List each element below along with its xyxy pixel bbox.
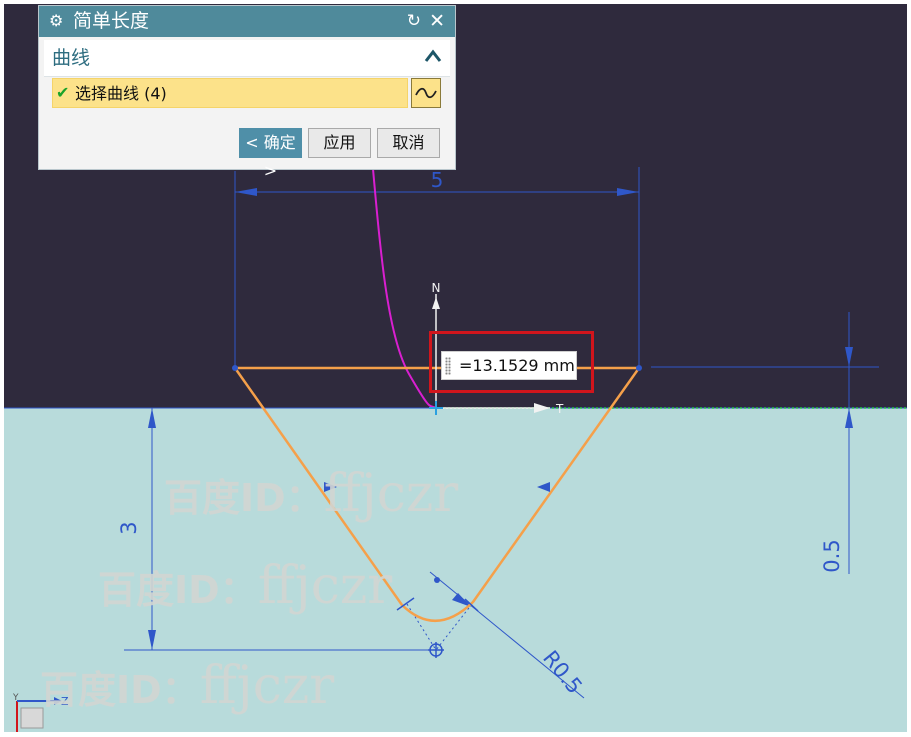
dim-width-label[interactable]: 5 (431, 168, 444, 192)
radius-center-point (434, 577, 440, 583)
curve-icon[interactable] (411, 78, 441, 108)
dialog-title: 简单长度 (73, 10, 150, 32)
dialog-titlebar[interactable]: ⚙ 简单长度 ↻ ✕ (39, 6, 455, 37)
close-icon[interactable]: ✕ (429, 9, 445, 33)
reset-icon[interactable]: ↻ (407, 10, 421, 32)
cancel-button[interactable]: 取消 (377, 128, 440, 158)
dim-depth-label[interactable]: 3 (117, 521, 141, 534)
select-curve-row[interactable]: ✔ 选择曲线 (4) (52, 78, 408, 108)
dim-offset-label[interactable]: 0.5 (820, 539, 844, 572)
normal-axis-label: N (432, 281, 441, 295)
watermark-1: 百度ID：ffjczr (164, 464, 459, 524)
simple-length-dialog: ⚙ 简单长度 ↻ ✕ 曲线 ✔ 选择曲线 (4) < 确定 > 应用 取消 (38, 5, 456, 180)
dialog-button-bar: < 确定 > 应用 取消 (44, 114, 450, 180)
check-icon: ✔ (56, 83, 70, 102)
watermark-2: 百度ID：ffjczr (98, 556, 393, 616)
profile-vertex-right[interactable] (636, 365, 642, 371)
callout-highlight-box (429, 331, 594, 393)
tangent-axis-label: T (555, 402, 564, 416)
watermark-3: 百度ID：ffjczr (40, 656, 335, 716)
chevron-up-icon[interactable] (422, 46, 444, 68)
section-curve-header[interactable]: 曲线 (44, 40, 450, 77)
apply-button[interactable]: 应用 (308, 128, 371, 158)
select-curve-label: 选择曲线 (4) (75, 84, 167, 103)
triad-y-label: Y (12, 693, 19, 703)
profile-vertex-left[interactable] (232, 365, 238, 371)
section-title: 曲线 (52, 47, 91, 69)
ok-button[interactable]: < 确定 > (239, 128, 302, 180)
gear-icon[interactable]: ⚙ (49, 11, 63, 31)
